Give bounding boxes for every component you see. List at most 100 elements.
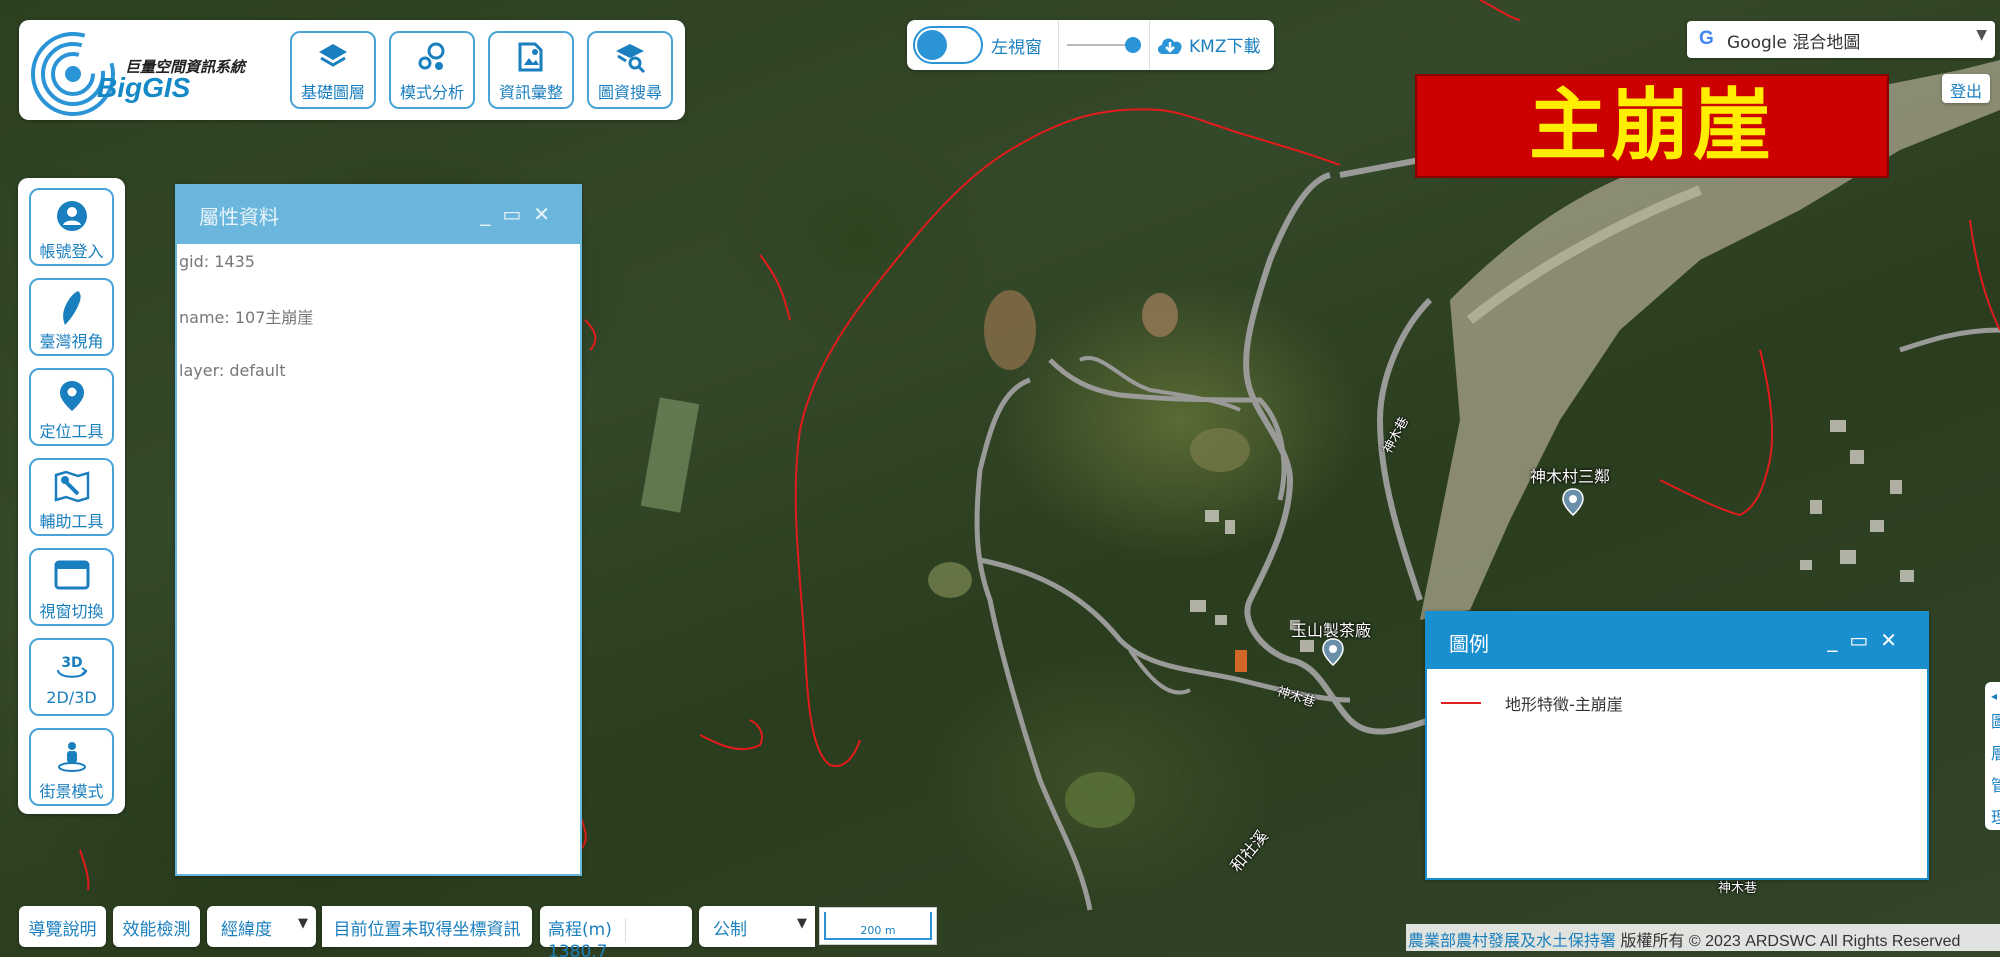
opacity-slider[interactable]	[1058, 20, 1150, 70]
model-analysis-button[interactable]: 模式分析	[389, 31, 475, 109]
app-logo[interactable]: 巨量空間資訊系統 BigGIS	[29, 30, 269, 116]
taiwan-icon	[31, 280, 112, 328]
attribute-panel-title: 屬性資料	[199, 205, 279, 229]
edge-tab-char: 理	[1991, 808, 2000, 827]
chevron-down-icon: ▼	[797, 916, 807, 931]
layer-manager-tab[interactable]: ◂ 圖 層 管 理	[1985, 682, 2000, 830]
svg-text:3D: 3D	[61, 655, 82, 671]
map-label-village: 神木村三鄰	[1530, 467, 1611, 486]
copyright-notice: 農業部農村發展及水土保持署 版權所有 © 2023 ARDSWC All Rig…	[1406, 924, 2000, 951]
sidebar-item-label: 帳號登入	[39, 242, 104, 261]
left-view-label: 左視窗	[991, 38, 1042, 58]
sidebar-item-label: 視窗切換	[39, 602, 104, 621]
sidebar-item-label: 定位工具	[39, 422, 104, 441]
elevation-label: 高程(m)	[548, 920, 612, 940]
kmz-download-button[interactable]: KMZ下載	[1155, 32, 1260, 61]
google-g-icon: G	[1699, 28, 1714, 49]
left-view-toggle[interactable]	[913, 26, 983, 64]
location-pin-icon	[31, 370, 112, 418]
tea-factory-pin-icon[interactable]	[1322, 638, 1344, 666]
street-view-icon	[31, 730, 112, 778]
info-summary-button[interactable]: 資訊彙整	[488, 31, 574, 109]
legend-panel: 圖例 _▭✕ 地形特徵-主崩崖	[1425, 611, 1929, 880]
unit-value: 公制	[713, 920, 747, 940]
attribute-row-layer: layer: default	[179, 361, 286, 380]
left-sidebar: 帳號登入 臺灣視角 定位工具 輔助工具 視窗切換 3D 2D/3D 街景模式	[18, 178, 125, 814]
scale-bar-label: 200 m	[824, 912, 932, 940]
legend-header[interactable]: 圖例 _▭✕	[1427, 613, 1927, 669]
kmz-download-label: KMZ下載	[1189, 37, 1261, 57]
search-layers-icon	[589, 33, 671, 79]
sidebar-item-locate[interactable]: 定位工具	[29, 368, 114, 446]
legend-item: 地形特徵-主崩崖	[1441, 691, 1927, 715]
elevation-value: 1380.7	[548, 942, 608, 957]
legend-item-label: 地形特徵-主崩崖	[1505, 695, 1623, 714]
sidebar-item-street-view[interactable]: 街景模式	[29, 728, 114, 806]
sidebar-item-aux-tools[interactable]: 輔助工具	[29, 458, 114, 536]
divider	[625, 918, 627, 942]
app-name-en: BigGIS	[97, 72, 191, 103]
edge-tab-char: 層	[1991, 744, 2000, 763]
attribute-rows: gid: 1435 name: 107主崩崖 layer: default	[177, 244, 580, 380]
sidebar-item-label: 2D/3D	[46, 688, 97, 707]
layers-icon	[292, 33, 374, 79]
chevron-down-icon: ▼	[1976, 27, 1987, 43]
cloud-download-icon	[1155, 34, 1185, 61]
analysis-icon	[391, 33, 473, 79]
image-pin-icon	[490, 33, 572, 79]
toggle-knob	[917, 30, 947, 60]
logout-button[interactable]: 登出	[1942, 74, 1990, 103]
split-view-control: 左視窗 KMZ下載	[907, 20, 1274, 70]
top-toolbar: 巨量空間資訊系統 BigGIS 基礎圖層 模式分析 資訊彙整 圖資搜尋	[19, 20, 685, 120]
window-controls: _▭✕	[1827, 628, 1909, 652]
sidebar-item-label: 輔助工具	[39, 512, 104, 531]
chevron-down-icon: ▼	[298, 916, 308, 931]
attribute-panel: 屬性資料 _▭✕ gid: 1435 name: 107主崩崖 layer: d…	[175, 184, 582, 876]
performance-check-button[interactable]: 效能檢測	[113, 906, 200, 947]
base-layers-label: 基礎圖層	[300, 83, 365, 102]
map-tools-icon	[31, 460, 112, 508]
info-summary-label: 資訊彙整	[498, 83, 563, 102]
scale-bar: 200 m	[819, 907, 937, 945]
elevation-readout: 高程(m) 1380.7	[540, 906, 692, 957]
minimize-icon[interactable]: _	[480, 202, 502, 226]
close-icon[interactable]: ✕	[1880, 628, 1909, 652]
map-search-label: 圖資搜尋	[597, 83, 662, 102]
map-search-button[interactable]: 圖資搜尋	[587, 31, 673, 109]
model-analysis-label: 模式分析	[399, 83, 464, 102]
maximize-icon[interactable]: ▭	[1849, 628, 1880, 652]
copyright-text: 版權所有 © 2023 ARDSWC All Rights Reserved	[1620, 933, 1961, 950]
position-status: 目前位置未取得坐標資訊	[322, 906, 532, 947]
feature-title-banner: 主崩崖	[1415, 74, 1889, 178]
sidebar-item-label: 街景模式	[39, 782, 104, 801]
unit-select[interactable]: 公制 ▼	[699, 906, 815, 947]
guide-button[interactable]: 導覽說明	[19, 906, 106, 947]
basemap-selected: Google 混合地圖	[1727, 33, 1861, 53]
sidebar-item-window-switch[interactable]: 視窗切換	[29, 548, 114, 626]
attribute-panel-header[interactable]: 屬性資料 _▭✕	[177, 186, 580, 244]
window-icon	[31, 550, 112, 598]
user-icon	[31, 190, 112, 238]
sidebar-item-taiwan-view[interactable]: 臺灣視角	[29, 278, 114, 356]
sidebar-item-label: 臺灣視角	[39, 332, 104, 351]
legend-title: 圖例	[1449, 632, 1489, 656]
legend-swatch	[1441, 702, 1481, 704]
sidebar-item-login[interactable]: 帳號登入	[29, 188, 114, 266]
sidebar-item-2d-3d[interactable]: 3D 2D/3D	[29, 638, 114, 716]
attribute-row-gid: gid: 1435	[179, 252, 255, 271]
coordinate-system-select[interactable]: 經緯度 ▼	[207, 906, 316, 947]
coordinate-system-value: 經緯度	[221, 920, 272, 940]
agency-link[interactable]: 農業部農村發展及水土保持署	[1408, 933, 1616, 950]
edge-tab-char: 圖	[1991, 712, 2000, 731]
basemap-select[interactable]: G Google 混合地圖 ▼	[1687, 21, 1995, 58]
maximize-icon[interactable]: ▭	[502, 202, 533, 226]
attribute-row-name: name: 107主崩崖	[179, 308, 314, 327]
close-icon[interactable]: ✕	[533, 202, 562, 226]
village-pin-icon[interactable]	[1562, 488, 1584, 516]
slider-thumb[interactable]	[1125, 37, 1141, 53]
edge-tab-char: 管	[1991, 776, 2000, 795]
window-controls: _▭✕	[480, 202, 562, 226]
base-layers-button[interactable]: 基礎圖層	[290, 31, 376, 109]
slider-track	[1067, 44, 1131, 46]
minimize-icon[interactable]: _	[1827, 628, 1849, 652]
